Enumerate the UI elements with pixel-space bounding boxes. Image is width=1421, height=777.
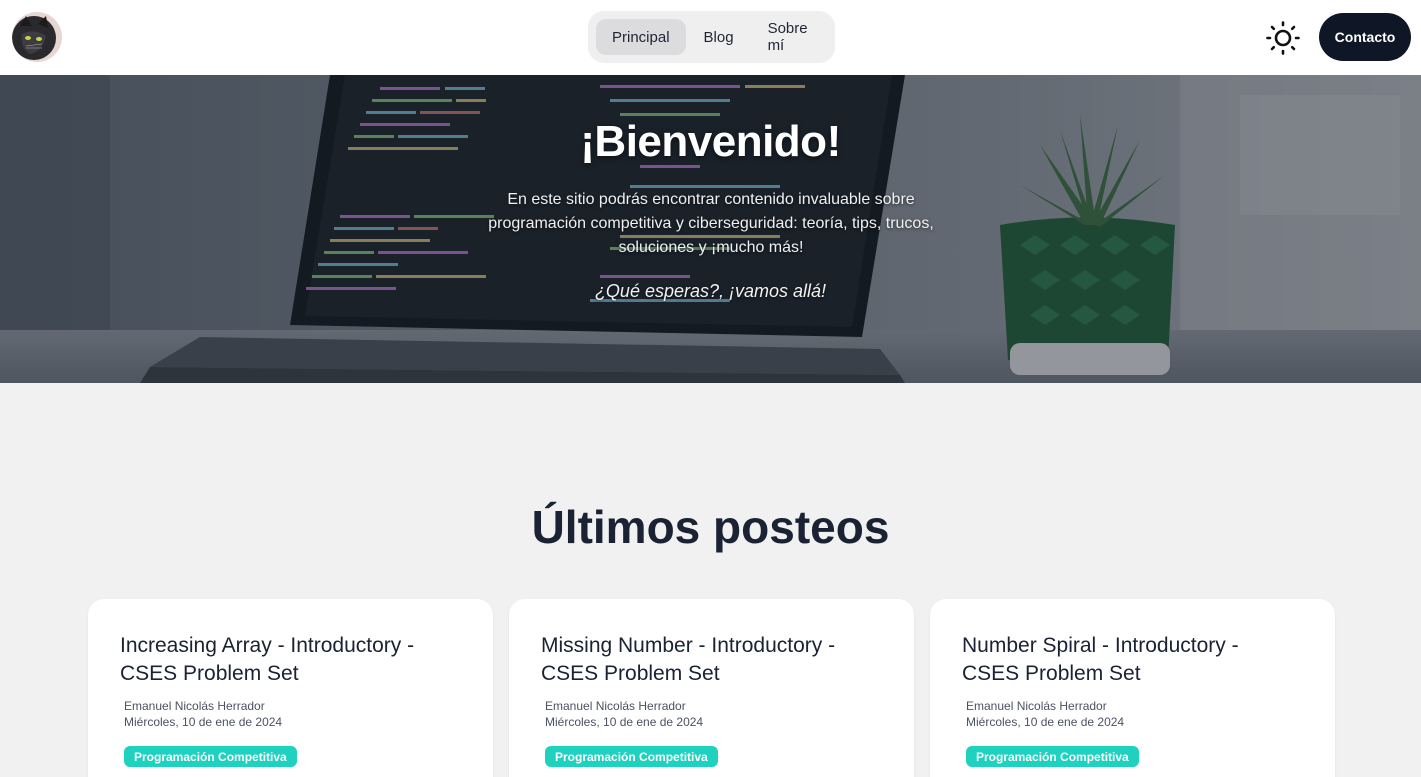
hero-title: ¡Bienvenido! [580, 117, 841, 166]
post-date: Miércoles, 10 de ene de 2024 [124, 715, 283, 729]
sun-icon [1266, 21, 1300, 55]
posts-grid: Increasing Array - Introductory - CSES P… [88, 599, 1335, 777]
post-date: Miércoles, 10 de ene de 2024 [545, 715, 704, 729]
theme-toggle-button[interactable] [1263, 18, 1303, 58]
post-title[interactable]: Missing Number - Introductory - CSES Pro… [541, 632, 871, 688]
hero-content: ¡Bienvenido! En este sitio podrás encont… [0, 75, 1421, 383]
post-author: Emanuel Nicolás Herrador [545, 699, 686, 713]
site-header: Principal Blog Sobre mí Contacto [0, 0, 1421, 75]
post-author: Emanuel Nicolás Herrador [124, 699, 265, 713]
post-card[interactable]: Missing Number - Introductory - CSES Pro… [509, 599, 914, 777]
nav-item-sobre-mi[interactable]: Sobre mí [752, 19, 827, 55]
post-author: Emanuel Nicolás Herrador [966, 699, 1107, 713]
main-nav: Principal Blog Sobre mí [588, 11, 835, 63]
post-title[interactable]: Number Spiral - Introductory - CSES Prob… [962, 632, 1292, 688]
post-tag[interactable]: Programación Competitiva [124, 746, 297, 767]
post-card[interactable]: Increasing Array - Introductory - CSES P… [88, 599, 493, 777]
post-title[interactable]: Increasing Array - Introductory - CSES P… [120, 632, 450, 688]
post-date: Miércoles, 10 de ene de 2024 [966, 715, 1125, 729]
avatar[interactable] [12, 12, 62, 62]
nav-item-principal[interactable]: Principal [596, 19, 686, 55]
hero-banner: ¡Bienvenido! En este sitio podrás encont… [0, 75, 1421, 383]
post-tag[interactable]: Programación Competitiva [966, 746, 1139, 767]
post-card[interactable]: Number Spiral - Introductory - CSES Prob… [930, 599, 1335, 777]
hero-call-to-action: ¿Qué esperas?, ¡vamos allá! [594, 281, 827, 301]
latest-posts-title: Últimos posteos [531, 501, 890, 553]
hero-description: En este sitio podrás encontrar contenido… [488, 191, 934, 256]
contact-button[interactable]: Contacto [1319, 13, 1411, 61]
nav-item-blog[interactable]: Blog [688, 19, 750, 55]
post-tag[interactable]: Programación Competitiva [545, 746, 718, 767]
